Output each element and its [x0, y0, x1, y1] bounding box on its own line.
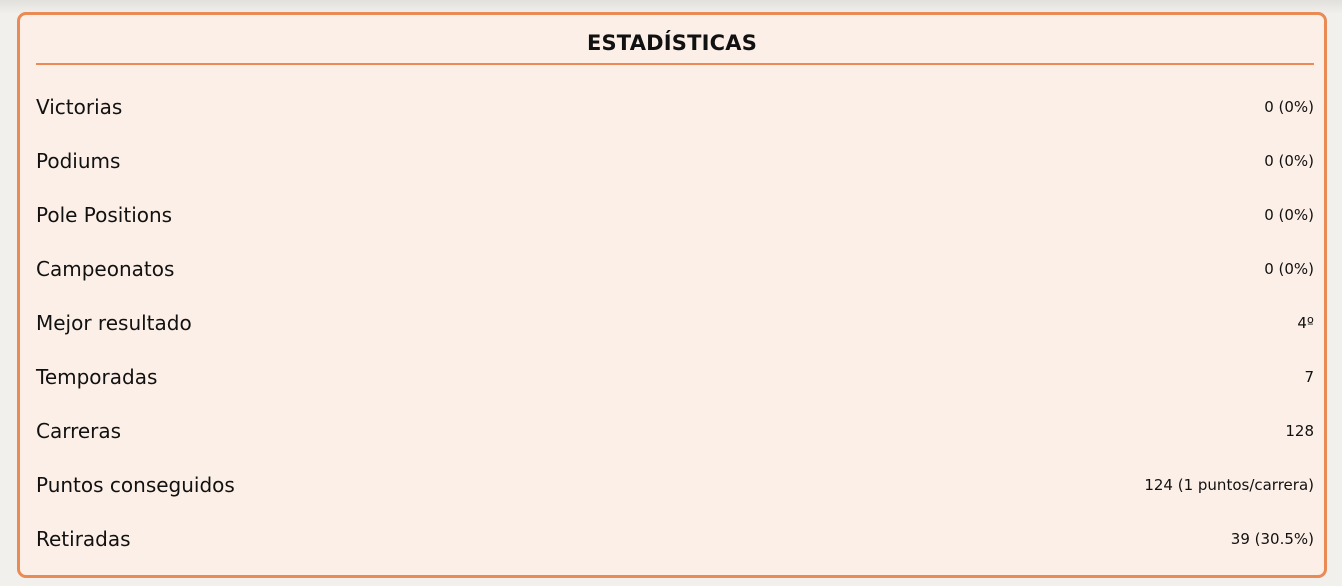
stat-row-retiradas: Retiradas 39 (30.5%): [36, 524, 1314, 554]
stat-row-victorias: Victorias 0 (0%): [36, 92, 1314, 122]
stat-value: 0 (0%): [1264, 206, 1314, 224]
stat-row-podiums: Podiums 0 (0%): [36, 146, 1314, 176]
stat-label: Podiums: [36, 149, 121, 173]
title-divider: [36, 63, 1314, 65]
stat-value: 4º: [1297, 314, 1314, 332]
stat-row-temporadas: Temporadas 7: [36, 362, 1314, 392]
stat-row-pole-positions: Pole Positions 0 (0%): [36, 200, 1314, 230]
stat-label: Mejor resultado: [36, 311, 192, 335]
stat-value: 0 (0%): [1264, 260, 1314, 278]
stat-label: Victorias: [36, 95, 123, 119]
stat-label: Puntos conseguidos: [36, 473, 235, 497]
stat-value: 0 (0%): [1264, 98, 1314, 116]
stat-value: 39 (30.5%): [1230, 530, 1314, 548]
stat-row-campeonatos: Campeonatos 0 (0%): [36, 254, 1314, 284]
stats-card: ESTADÍSTICAS Victorias 0 (0%) Podiums 0 …: [17, 12, 1327, 578]
stats-title: ESTADÍSTICAS: [586, 31, 758, 55]
stat-value: 7: [1304, 368, 1314, 386]
stat-label: Campeonatos: [36, 257, 175, 281]
stat-value: 124 (1 puntos/carrera): [1144, 476, 1314, 494]
stat-label: Pole Positions: [36, 203, 173, 227]
stat-value: 128: [1285, 422, 1314, 440]
stat-label: Retiradas: [36, 527, 131, 551]
stat-row-mejor-resultado: Mejor resultado 4º: [36, 308, 1314, 338]
stat-row-puntos-conseguidos: Puntos conseguidos 124 (1 puntos/carrera…: [36, 470, 1314, 500]
stat-row-carreras: Carreras 128: [36, 416, 1314, 446]
stat-label: Carreras: [36, 419, 122, 443]
stat-value: 0 (0%): [1264, 152, 1314, 170]
stat-label: Temporadas: [36, 365, 158, 389]
